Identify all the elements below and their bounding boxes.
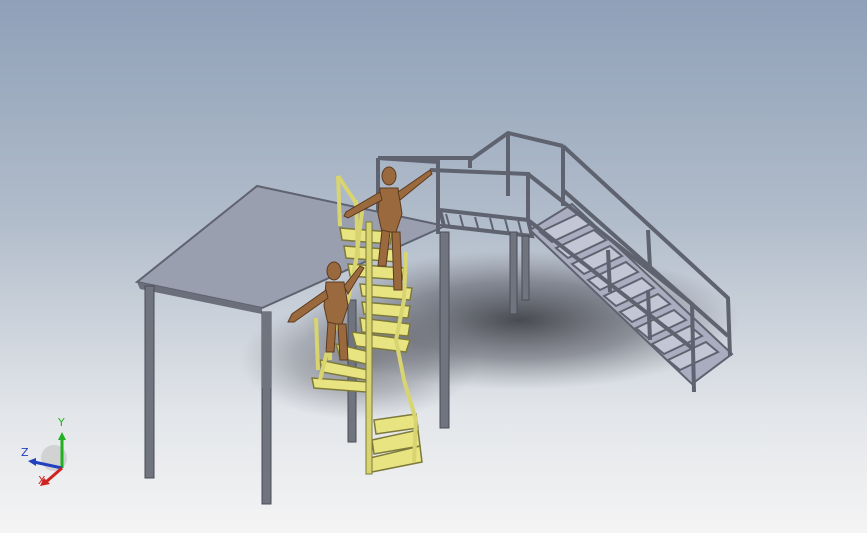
cad-viewport[interactable]: Y Z X (0, 0, 867, 533)
y-axis-label: Y (58, 416, 65, 429)
z-axis-label: Z (21, 446, 29, 459)
3d-model-view[interactable] (0, 0, 867, 533)
x-axis-label: X (38, 474, 46, 487)
view-orientation-triad[interactable]: Y Z X (18, 416, 78, 491)
